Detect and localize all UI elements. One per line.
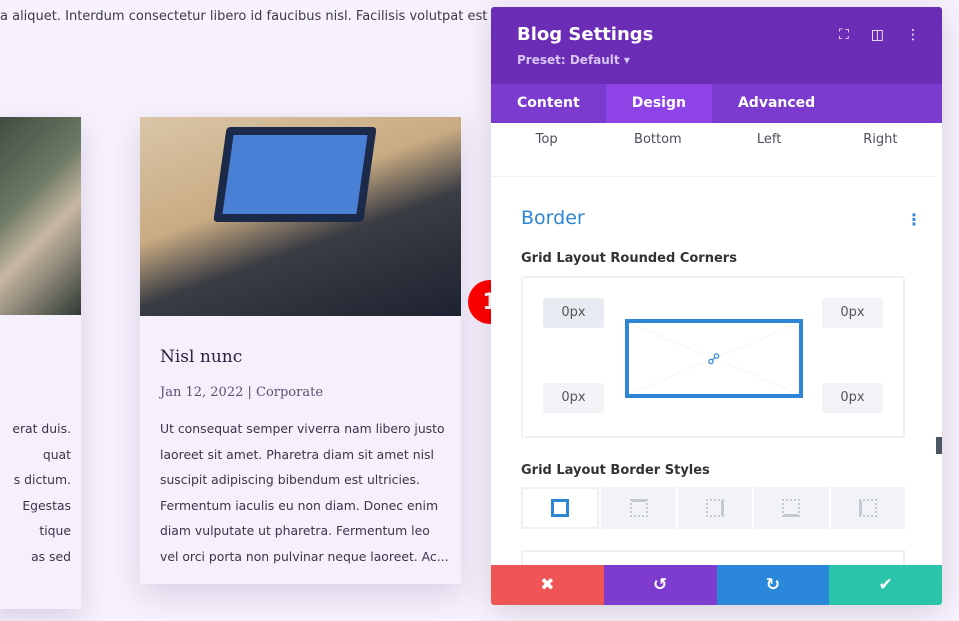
border-styles-label: Grid Layout Border Styles xyxy=(521,463,710,478)
blog-card: Nisl nunc Jan 12, 2022 | Corporate Ut co… xyxy=(140,117,461,584)
laptop-illustration xyxy=(213,127,377,222)
redo-button[interactable]: ↻ xyxy=(716,565,830,605)
bottom-left-radius-input[interactable]: 0px xyxy=(543,383,604,413)
panel-tabs: Content Design Advanced xyxy=(491,84,942,123)
undo-icon: ↺ xyxy=(653,575,668,595)
check-icon: ✔ xyxy=(878,575,893,595)
border-top-option[interactable] xyxy=(601,487,676,529)
post-title[interactable]: Nisl nunc xyxy=(160,347,242,367)
border-section-title[interactable]: Border xyxy=(521,207,585,229)
side-bottom-label: Bottom xyxy=(634,132,682,147)
post-meta: Jan 12, 2022 | Corporate xyxy=(160,385,324,400)
border-right-option[interactable] xyxy=(677,487,753,529)
border-top-icon xyxy=(629,499,648,517)
bottom-right-radius-input[interactable]: 0px xyxy=(822,383,883,413)
settings-panel: Blog Settings Preset: Default ▾ ⛶ ◫ ⋮ Co… xyxy=(491,7,942,605)
border-left-icon xyxy=(858,499,877,517)
top-right-radius-input[interactable]: 0px xyxy=(822,298,883,328)
rounded-corners-label: Grid Layout Rounded Corners xyxy=(521,251,737,266)
excerpt-line: quat xyxy=(42,446,71,462)
undo-button[interactable]: ↺ xyxy=(603,565,717,605)
border-styles-tabs xyxy=(521,487,906,529)
more-options-icon[interactable]: ⋮ xyxy=(906,27,920,43)
side-left-label: Left xyxy=(756,132,782,147)
side-right-label: Right xyxy=(863,132,898,147)
fullscreen-icon[interactable]: ⛶ xyxy=(839,27,849,43)
preset-dropdown[interactable]: Preset: Default ▾ xyxy=(517,53,630,67)
border-left-option[interactable] xyxy=(830,487,906,529)
panel-footer: ✖ ↺ ↻ ✔ xyxy=(491,565,942,605)
corner-preview: ⚯ xyxy=(625,319,803,398)
border-all-icon xyxy=(551,499,570,517)
post-image[interactable] xyxy=(140,117,461,316)
excerpt-line: erat duis. xyxy=(12,421,71,436)
blog-card: erat duis. quat s dictum. Egestas tique … xyxy=(0,117,81,609)
excerpt-line: as sed xyxy=(31,548,71,564)
tab-advanced[interactable]: Advanced xyxy=(712,84,841,123)
panel-header: Blog Settings Preset: Default ▾ ⛶ ◫ ⋮ xyxy=(491,7,942,84)
scrollbar[interactable] xyxy=(936,437,942,454)
excerpt-line: tique xyxy=(39,523,71,538)
tab-content[interactable]: Content xyxy=(491,84,606,123)
border-right-icon xyxy=(706,499,725,517)
save-button[interactable]: ✔ xyxy=(829,565,942,605)
intro-text: a aliquet. Interdum consectetur libero i… xyxy=(0,9,488,24)
post-excerpt: Ut consequat semper viverra nam libero j… xyxy=(160,421,449,564)
border-bottom-icon xyxy=(782,499,801,517)
excerpt-line: Egestas xyxy=(22,497,71,513)
sidebar-layout-icon[interactable]: ◫ xyxy=(871,27,884,43)
rounded-corners-control: 0px 0px 0px 0px ⚯ xyxy=(521,276,905,438)
side-labels: Top Bottom Left Right xyxy=(491,123,936,177)
excerpt-line: s dictum. xyxy=(13,472,71,487)
redo-icon: ↻ xyxy=(765,575,780,595)
section-options-icon[interactable]: ⋮ xyxy=(906,210,922,229)
tab-design[interactable]: Design xyxy=(605,84,712,123)
close-icon: ✖ xyxy=(540,575,555,595)
panel-title: Blog Settings xyxy=(517,24,654,45)
post-excerpt-partial: erat duis. quat s dictum. Egestas tique … xyxy=(0,416,71,569)
link-icon[interactable]: ⚯ xyxy=(702,347,726,370)
top-left-radius-input[interactable]: 0px xyxy=(543,298,604,328)
border-bottom-option[interactable] xyxy=(754,487,829,529)
post-image xyxy=(0,117,81,315)
side-top-label: Top xyxy=(535,132,558,147)
cancel-button[interactable]: ✖ xyxy=(491,565,604,605)
border-all-option[interactable] xyxy=(521,487,600,529)
